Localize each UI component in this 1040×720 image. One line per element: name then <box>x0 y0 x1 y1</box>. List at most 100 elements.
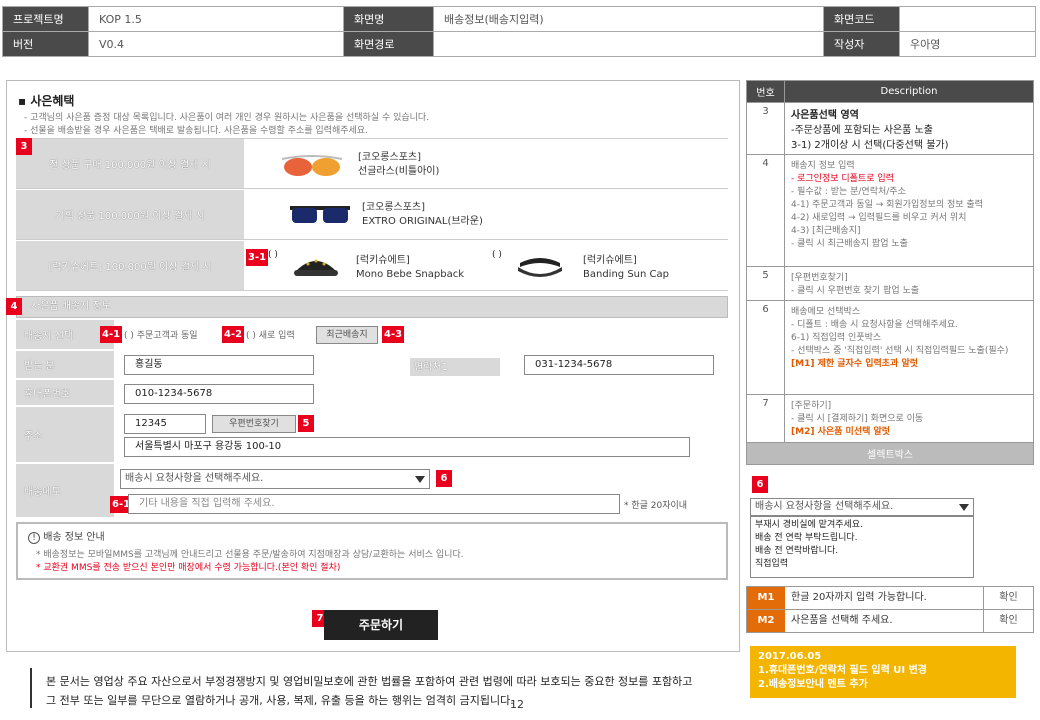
memo-text-input[interactable]: 기타 내용을 직접 입력해 주세요. <box>128 494 620 514</box>
desc-no: 6 <box>746 300 785 395</box>
project-label: 프로젝트명 <box>2 6 89 32</box>
dropdown-arrow-icon <box>959 504 969 511</box>
desc-col-description: Description <box>784 80 1034 103</box>
screen-label: 화면명 <box>343 6 434 32</box>
desc-item: [주문하기] - 클릭 시 [결제하기] 화면으로 이동 [M2] 사은품 미선… <box>784 394 1034 443</box>
marker-4-3: 4-3 <box>382 326 405 343</box>
dropdown-arrow-icon <box>415 476 425 483</box>
desc-alert-line: [M2] 사은품 미선택 알럿 <box>791 427 891 437</box>
code-value <box>899 6 1036 32</box>
gift-note-1: - 고객님의 사은품 증정 대상 목록입니다. 사은품이 여러 개인 경우 원하… <box>24 113 430 123</box>
recipient-label: 받는 분 <box>16 351 114 379</box>
address-input[interactable]: 서울특별시 마포구 용강동 100-10 <box>124 437 690 457</box>
gift-brand-2: [럭키슈에트] <box>583 255 637 266</box>
desc-no: 5 <box>746 266 785 301</box>
footer-line-2: 그 전부 또는 일부를 무단으로 열람하거나 공개, 사용, 복제, 유출 등을… <box>46 694 514 707</box>
desc-line: - 클릭 시 최근배송지 팝업 노출 <box>791 239 908 249</box>
memo-label: 배송메모 <box>16 464 114 518</box>
radio-new-input[interactable]: ( ) 새로 입력 <box>246 328 295 341</box>
option-new-label: 새로 입력 <box>258 331 295 341</box>
desc-title: 배송지 정보 입력 <box>791 161 855 171</box>
desc-item: 사은품선택 영역 -주문상품에 포함되는 사은품 노출 3-1) 2개이상 시 … <box>784 102 1034 155</box>
desc-line: -주문상품에 포함되는 사은품 노출 <box>791 125 933 136</box>
page-number: 12 <box>510 698 524 711</box>
info-icon: ! <box>28 532 40 544</box>
desc-line: 6-1) 직접입력 인풋박스 <box>791 333 882 343</box>
path-value <box>433 31 824 57</box>
marker-6: 6 <box>436 470 452 487</box>
confirm-button[interactable]: 확인 <box>983 587 1033 609</box>
option-item[interactable]: 배송 전 연락 부탁드립니다. <box>755 532 969 545</box>
sunglasses-orange-icon[interactable] <box>280 151 344 179</box>
desc-no: 3 <box>746 102 785 155</box>
recent-address-button[interactable]: 최근배송지 <box>316 326 378 344</box>
desc-red-line: - 로그인정보 디폴트로 입력 <box>791 174 894 184</box>
sun-cap-icon[interactable] <box>514 251 566 281</box>
order-button[interactable]: 주문하기 <box>324 610 438 640</box>
radio-suncap[interactable]: ( ) <box>492 250 502 260</box>
message-key: M2 <box>747 610 785 632</box>
desc-item: 배송지 정보 입력 - 로그인정보 디폴트로 입력 - 필수값 : 받는 분/연… <box>784 154 1034 267</box>
options-select[interactable]: 배송시 요청사항을 선택해주세요. <box>750 498 974 516</box>
gift-condition: [럭키슈에트] 100,000원 이상 결제 시 <box>16 241 244 290</box>
desc-no: 4 <box>746 154 785 267</box>
gift-name-2: Banding Sun Cap <box>583 269 669 280</box>
desc-line: - 디폴트 : 배송 시 요청사항을 선택해주세요. <box>791 320 959 330</box>
zipcode-input[interactable]: 12345 <box>124 414 206 434</box>
history-line: 1.휴대폰번호/연락처 필드 입력 UI 변경 <box>758 665 927 676</box>
desc-line: 3-1) 2개이상 시 선택(다중선택 불가) <box>791 140 949 151</box>
confirm-button[interactable]: 확인 <box>983 610 1033 632</box>
gift-brand: [럭키슈에트] <box>356 255 410 266</box>
project-value: KOP 1.5 <box>88 6 344 32</box>
gift-brand: [코오롱스포츠] <box>362 202 426 213</box>
desc-item: 배송메모 선택박스 - 디폴트 : 배송 시 요청사항을 선택해주세요. 6-1… <box>784 300 1034 395</box>
footer-divider <box>30 668 32 708</box>
options-select-value: 배송시 요청사항을 선택해주세요. <box>755 501 894 512</box>
gift-row: [럭키슈에트] 100,000원 이상 결제 시 3-1 ( ) [럭키슈에트]… <box>16 241 728 291</box>
screen-value: 배송정보(배송지입력) <box>433 6 824 32</box>
footer-line-1: 본 문서는 영업상 주요 자산으로서 부정경쟁방지 및 영업비밀보호에 관한 법… <box>46 675 693 688</box>
message-m1: M1 한글 20자까지 입력 가능합니다. 확인 <box>746 586 1034 610</box>
snapback-cap-icon[interactable] <box>292 251 340 283</box>
confidential-notice: 본 문서는 영업상 주요 자산으로서 부정경쟁방지 및 영업비밀보호에 관한 법… <box>46 672 692 710</box>
info-title-row: ! 배송 정보 안내 <box>28 528 716 544</box>
gift-condition: 전 상품 구매 100,000원 이상 결제 시 <box>16 139 244 188</box>
memo-select-value: 배송시 요청사항을 선택해주세요. <box>125 473 264 484</box>
version-value: V0.4 <box>88 31 344 57</box>
marker-4-2: 4-2 <box>222 326 245 343</box>
marker-4-1: 4-1 <box>100 326 123 343</box>
desc-line: - 선택박스 중 '직접입력' 선택 시 직접입력필드 노출(필수) <box>791 346 1009 356</box>
gift-name: EXTRO ORIGINAL(브라운) <box>362 216 483 227</box>
gift-name: Mono Bebe Snapback <box>356 269 464 280</box>
phone-input[interactable]: 031-1234-5678 <box>524 355 714 375</box>
option-item[interactable]: 부재시 경비실에 맡겨주세요. <box>755 519 969 532</box>
message-key: M1 <box>747 587 785 609</box>
sunglasses-black-icon[interactable] <box>288 202 352 228</box>
info-line-2: * 교환권 MMS를 전송 받으신 본인만 매장에서 수령 가능합니다.(본인 … <box>36 563 341 573</box>
path-label: 화면경로 <box>343 31 434 57</box>
info-title: 배송 정보 안내 <box>43 532 105 543</box>
desc-item: [우편번호찾기] - 클릭 시 우편번호 찾기 팝업 노출 <box>784 266 1034 301</box>
option-item[interactable]: 배송 전 연락바랍니다. <box>755 545 969 558</box>
memo-select[interactable]: 배송시 요청사항을 선택해주세요. <box>120 469 430 489</box>
gift-title: 사은혜택 <box>30 94 75 108</box>
radio-snapback[interactable]: ( ) <box>268 250 278 260</box>
gift-section-title: ▪ 사은혜택 <box>18 94 75 108</box>
radio-same-as-orderer[interactable]: ( ) 주문고객과 동일 <box>124 328 198 341</box>
option-item[interactable]: 직접입력 <box>755 558 969 571</box>
mobile-input[interactable]: 010-1234-5678 <box>124 384 314 404</box>
options-header: 셀렉트박스 <box>746 442 1034 465</box>
mobile-label: 휴대폰번호 <box>16 380 114 406</box>
message-text: 사은품을 선택해 주세요. <box>791 615 893 626</box>
marker-5: 5 <box>298 415 314 432</box>
gift-table: 전 상품 구매 100,000원 이상 결제 시 [코오롱스포츠] 선글라스(비… <box>16 138 728 291</box>
recipient-input[interactable]: 홍길동 <box>124 355 314 375</box>
gift-condition: 기획 상품 100,000원 이상 결제 시 <box>16 190 244 239</box>
author-value: 우아영 <box>899 31 1036 57</box>
message-text: 한글 20자까지 입력 가능합니다. <box>791 592 927 603</box>
doc-header-table: 프로젝트명 KOP 1.5 화면명 배송정보(배송지입력) 화면코드 버전 V0… <box>2 6 1036 57</box>
gift-row: 기획 상품 100,000원 이상 결제 시 [코오롱스포츠] EXTRO OR… <box>16 190 728 240</box>
desc-line: - 필수값 : 받는 분/연락처/주소 <box>791 187 906 197</box>
zipcode-search-button[interactable]: 우편번호찾기 <box>212 415 296 433</box>
history-date: 2017.06.05 <box>758 651 822 662</box>
